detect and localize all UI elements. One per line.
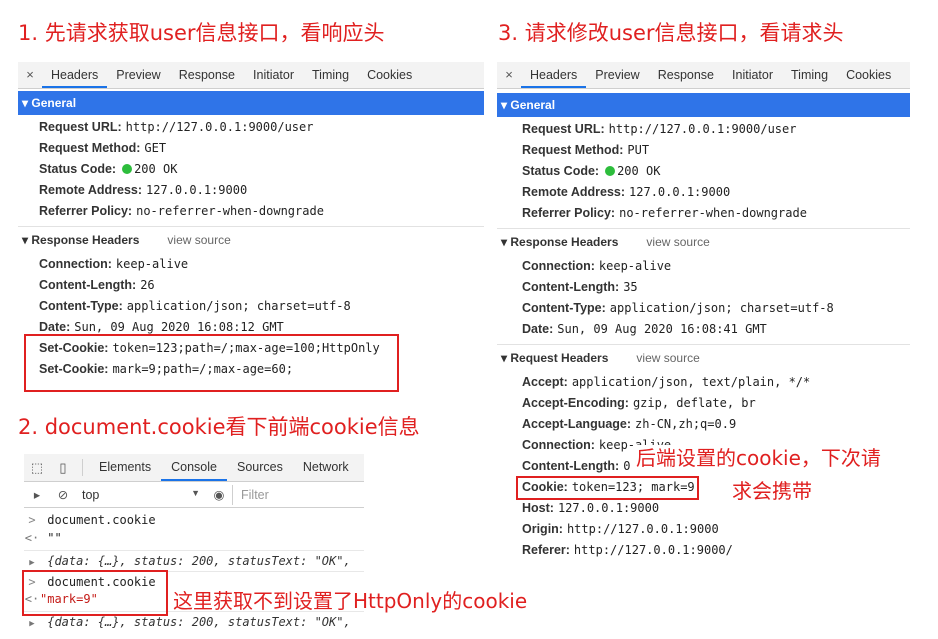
header-row: Date: Sun, 09 Aug 2020 16:08:41 GMT [522, 322, 767, 336]
header-row: Request URL: http://127.0.0.1:9000/user [522, 122, 797, 136]
note-backend-cookie-2: 求会携带 [730, 478, 814, 504]
tab-response[interactable]: Response [170, 62, 244, 88]
tab-initiator[interactable]: Initiator [723, 62, 782, 88]
header-row: Referer: http://127.0.0.1:9000/ [522, 543, 733, 557]
eye-icon[interactable]: ◉ [206, 487, 232, 502]
header-row: Content-Length: 35 [522, 280, 638, 294]
tab-preview[interactable]: Preview [586, 62, 648, 88]
set-cookie-highlight [24, 334, 399, 392]
header-row: Status Code: 200 OK [39, 162, 178, 176]
header-row: Content-Length: 26 [39, 278, 155, 292]
header-row: Request URL: http://127.0.0.1:9000/user [39, 120, 314, 134]
tab-cookies[interactable]: Cookies [358, 62, 421, 88]
header-row: Referrer Policy: no-referrer-when-downgr… [522, 206, 807, 220]
devtools-toolbar: ⬚ ▯ Elements Console Sources Network [24, 454, 364, 482]
tab-timing[interactable]: Timing [303, 62, 358, 88]
header-row: Accept-Encoding: gzip, deflate, br [522, 396, 756, 410]
tab-initiator[interactable]: Initiator [244, 62, 303, 88]
tab-elements[interactable]: Elements [89, 454, 161, 481]
tab-network[interactable]: Network [293, 454, 359, 481]
header-row: Content-Type: application/json; charset=… [522, 301, 834, 315]
clear-console-icon[interactable]: ⊘ [50, 487, 76, 502]
note-backend-cookie: 后端设置的cookie，下次请 [634, 445, 883, 471]
heading-step-1: 1. 先请求获取user信息接口，看响应头 [18, 21, 385, 45]
header-row: Connection: keep-alive [39, 257, 189, 271]
document-cookie-highlight [22, 570, 168, 616]
heading-step-2: 2. document.cookie看下前端cookie信息 [18, 415, 420, 439]
request-headers-section[interactable]: ▾ Request Headers view source [497, 347, 700, 369]
general-section-header[interactable]: ▾ General [497, 93, 910, 117]
close-icon[interactable]: × [497, 62, 521, 88]
header-row: Content-Length: 0 [522, 459, 631, 473]
console-line: > document.cookie [28, 513, 156, 527]
header-row: Content-Type: application/json; charset=… [39, 299, 351, 313]
sidebar-toggle-icon[interactable]: ▸ [24, 487, 50, 502]
chevron-down-icon: ▼ [191, 487, 200, 498]
header-row: Remote Address: 127.0.0.1:9000 [522, 185, 731, 199]
tab-cookies[interactable]: Cookies [837, 62, 900, 88]
header-row: Request Method: GET [39, 141, 167, 155]
header-row: Accept-Language: zh-CN,zh;q=0.9 [522, 417, 737, 431]
view-source-link[interactable]: view source [646, 235, 709, 249]
status-ok-icon [122, 164, 133, 174]
response-headers-section[interactable]: ▾ Response Headers view source [497, 231, 710, 253]
header-row: Remote Address: 127.0.0.1:9000 [39, 183, 248, 197]
console-filter-bar: ▸ ⊘ top ▼ ◉ Filter [24, 482, 364, 508]
view-source-link[interactable]: view source [636, 351, 699, 365]
header-row: Request Method: PUT [522, 143, 650, 157]
cookie-highlight [516, 476, 699, 500]
header-row: Origin: http://127.0.0.1:9000 [522, 522, 719, 536]
filter-input[interactable]: Filter [232, 484, 269, 505]
heading-step-3: 3. 请求修改user信息接口，看请求头 [498, 21, 844, 45]
tab-console[interactable]: Console [161, 454, 227, 481]
divider [497, 228, 910, 229]
status-ok-icon [605, 166, 616, 176]
header-row: Connection: keep-alive [522, 259, 672, 273]
view-source-link[interactable]: view source [167, 233, 230, 247]
tab-timing[interactable]: Timing [782, 62, 837, 88]
divider [82, 459, 83, 476]
tab-headers[interactable]: Headers [42, 62, 108, 88]
general-section-header[interactable]: ▾ General [18, 91, 484, 115]
divider [18, 226, 484, 227]
network-tabs: × Headers Preview Response Initiator Tim… [497, 62, 910, 89]
console-line: <· "" [24, 531, 62, 545]
tab-headers[interactable]: Headers [521, 62, 587, 88]
divider [497, 344, 910, 345]
network-tabs: × Headers Preview Response Initiator Tim… [18, 62, 484, 89]
header-row: Accept: application/json, text/plain, */… [522, 375, 811, 389]
context-select[interactable]: top ▼ [76, 488, 206, 502]
header-row: Host: 127.0.0.1:9000 [522, 501, 660, 515]
header-row: Referrer Policy: no-referrer-when-downgr… [39, 204, 324, 218]
tab-response[interactable]: Response [649, 62, 723, 88]
device-toggle-icon[interactable]: ▯ [50, 454, 76, 481]
header-row: Status Code: 200 OK [522, 164, 661, 178]
note-httponly: 这里获取不到设置了HttpOnly的cookie [173, 589, 528, 613]
close-icon[interactable]: × [18, 62, 42, 88]
response-headers-section[interactable]: ▾ Response Headers view source [18, 229, 231, 251]
tab-preview[interactable]: Preview [107, 62, 169, 88]
tab-sources[interactable]: Sources [227, 454, 293, 481]
inspect-icon[interactable]: ⬚ [24, 454, 50, 481]
console-line[interactable]: ▶ {data: {…}, status: 200, statusText: "… [24, 550, 364, 571]
